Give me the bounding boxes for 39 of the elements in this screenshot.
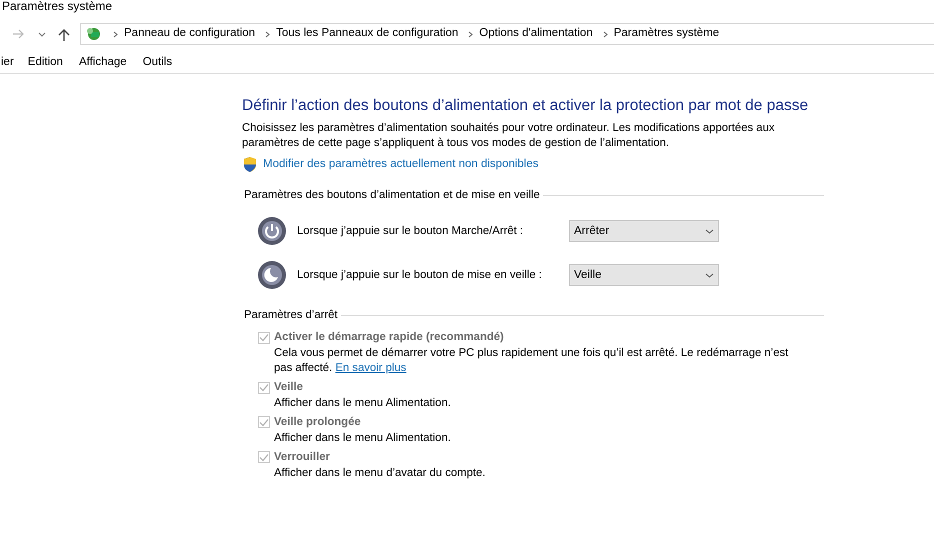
- window-title: Paramètres système: [2, 0, 112, 13]
- control-panel-icon: [85, 26, 103, 42]
- chevron-icon[interactable]: [113, 30, 118, 38]
- breadcrumb-item[interactable]: Options d'alimentation: [479, 25, 593, 43]
- option-label: Verrouiller: [274, 450, 330, 465]
- breadcrumb-item[interactable]: Panneau de configuration: [124, 25, 256, 43]
- dropdown-icon[interactable]: [38, 32, 46, 36]
- option-description: Cela vous permet de démarrer votre PC plus rapidement une fois qu’il est arrêté. Le redémarrage n’est pas affecté. En savoir plus: [274, 346, 790, 376]
- action-dropdown[interactable]: Veille: [569, 264, 719, 286]
- shield-icon: [242, 156, 258, 174]
- sleep-button-icon: [257, 260, 287, 290]
- option-label: Veille prolongée: [274, 415, 361, 430]
- menu-item[interactable]: Outils: [142, 54, 172, 72]
- power-button-icon: [257, 216, 287, 246]
- setting-label: Lorsque j’appuie sur le bouton Marche/Arrêt :: [297, 224, 524, 239]
- caret-icon: [705, 272, 714, 278]
- breadcrumb-item[interactable]: Paramètres système: [614, 25, 720, 43]
- option-label: Activer le démarrage rapide (recommandé): [274, 330, 504, 346]
- caret-icon: [705, 228, 714, 234]
- chevron-icon[interactable]: [468, 30, 474, 38]
- address-bar[interactable]: Panneau de configuration Tous les Panneaux de configuration Options d'alimentation Paramètres système: [80, 23, 934, 45]
- intro-text: Choisissez les paramètres d’alimentation souhaités pour votre ordinateur. Les modifications apportées aux paramètres de cette page s’appliquent à tous vos modes de gestion de l’alimentation.: [242, 121, 776, 151]
- section-heading: Paramètres des boutons d’alimentation et de mise en veille: [244, 188, 540, 204]
- action-dropdown[interactable]: Arrêter: [569, 220, 719, 242]
- option-description: Afficher dans le menu Alimentation.: [274, 396, 452, 411]
- menu-item[interactable]: Affichage: [78, 54, 127, 72]
- option-description: Afficher dans le menu Alimentation.: [274, 430, 452, 446]
- option-description: Afficher dans le menu d’avatar du compte.: [274, 466, 486, 481]
- chevron-icon[interactable]: [265, 30, 270, 38]
- up-arrow-icon[interactable]: [58, 28, 70, 40]
- option-label: Veille: [274, 380, 303, 396]
- section-heading: Paramètres d’arrêt: [244, 308, 338, 324]
- breadcrumb-item[interactable]: Tous les Panneaux de configuration: [276, 25, 458, 43]
- menu-item[interactable]: Edition: [28, 54, 63, 72]
- chevron-icon[interactable]: [602, 30, 608, 38]
- setting-label: Lorsque j’appuie sur le bouton de mise en veille :: [297, 268, 543, 283]
- page-heading: Définir l’action des boutons d’alimentation et activer la protection par mot de passe: [242, 96, 810, 116]
- admin-settings-link[interactable]: Modifier des paramètres actuellement non disponibles: [263, 156, 539, 174]
- menu-item[interactable]: ier: [1, 54, 14, 72]
